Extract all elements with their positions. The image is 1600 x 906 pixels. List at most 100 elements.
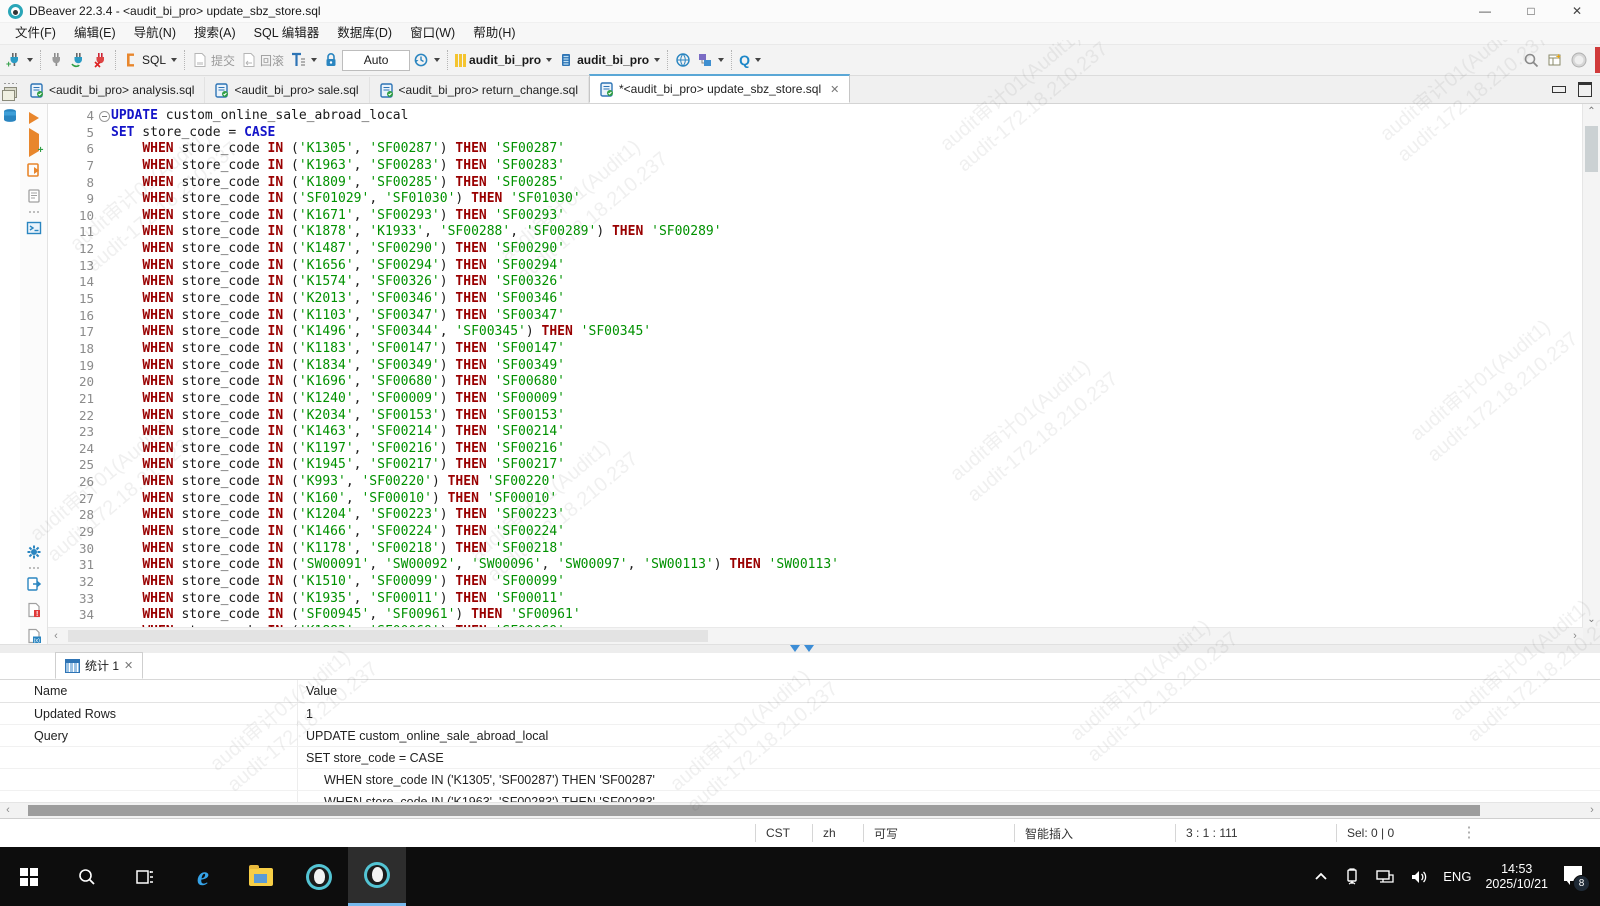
- editor-tab[interactable]: <audit_bi_pro> return_change.sql: [370, 77, 589, 103]
- column-header-name[interactable]: Name: [0, 680, 298, 702]
- status-segment[interactable]: 可写: [863, 824, 1014, 842]
- minimize-editor-icon[interactable]: [1552, 86, 1566, 93]
- variables-doc-button[interactable]: (x): [26, 628, 42, 644]
- status-segment[interactable]: 3 : 1 : 111: [1175, 824, 1336, 842]
- tab-statistics[interactable]: 统计 1 ✕: [55, 652, 143, 679]
- search-icon[interactable]: [1523, 52, 1539, 68]
- editor-tab[interactable]: *<audit_bi_pro> update_sbz_store.sql✕: [589, 74, 850, 103]
- code-line[interactable]: 22 WHEN store_code IN ('K2034', 'SF00153…: [48, 408, 1583, 425]
- close-icon[interactable]: ✕: [124, 659, 133, 672]
- panel-sash[interactable]: [0, 644, 1600, 653]
- history-button[interactable]: [410, 50, 443, 70]
- code-line[interactable]: 9 WHEN store_code IN ('SF01029', 'SF0103…: [48, 191, 1583, 208]
- status-segment[interactable]: zh: [812, 824, 863, 842]
- column-header-value[interactable]: Value: [298, 684, 337, 698]
- menu-item[interactable]: 导航(N): [125, 23, 185, 44]
- code-line[interactable]: 18 WHEN store_code IN ('K1183', 'SF00147…: [48, 341, 1583, 358]
- code-line[interactable]: 5SET store_code = CASE: [48, 125, 1583, 142]
- dbeaver-active-window-button[interactable]: [348, 847, 406, 906]
- editor-tab[interactable]: <audit_bi_pro> sale.sql: [205, 77, 369, 103]
- start-button[interactable]: [0, 847, 58, 906]
- language-indicator[interactable]: ENG: [1443, 869, 1471, 884]
- code-line[interactable]: 28 WHEN store_code IN ('K1204', 'SF00223…: [48, 507, 1583, 524]
- menu-item[interactable]: 编辑(E): [65, 23, 125, 44]
- code-line[interactable]: 12 WHEN store_code IN ('K1487', 'SF00290…: [48, 241, 1583, 258]
- menu-item[interactable]: 搜索(A): [185, 23, 245, 44]
- scroll-right-arrow[interactable]: ›: [1567, 628, 1583, 644]
- table-row[interactable]: QueryUPDATE custom_online_sale_abroad_lo…: [0, 725, 1600, 747]
- menu-item[interactable]: 帮助(H): [464, 23, 524, 44]
- schema-selector[interactable]: audit_bi_pro: [555, 50, 663, 70]
- maximize-editor-icon[interactable]: [1578, 82, 1592, 97]
- internet-explorer-button[interactable]: e: [174, 847, 232, 906]
- code-line[interactable]: 6 WHEN store_code IN ('K1305', 'SF00287'…: [48, 141, 1583, 158]
- table-row[interactable]: Updated Rows1: [0, 703, 1600, 725]
- file-explorer-button[interactable]: [232, 847, 290, 906]
- code-line[interactable]: 33 WHEN store_code IN ('K1935', 'SF00011…: [48, 591, 1583, 608]
- menu-item[interactable]: 窗口(W): [401, 23, 464, 44]
- sql-editor-button[interactable]: SQL: [120, 50, 180, 70]
- statusbar-grip[interactable]: [1467, 825, 1471, 841]
- code-line[interactable]: 24 WHEN store_code IN ('K1197', 'SF00216…: [48, 441, 1583, 458]
- sql-code-area[interactable]: 4UPDATE custom_online_sale_abroad_local5…: [48, 104, 1600, 644]
- editor-tab[interactable]: <audit_bi_pro> analysis.sql: [20, 77, 205, 103]
- clock[interactable]: 14:53 2025/10/21: [1485, 862, 1548, 892]
- stats-horizontal-scrollbar[interactable]: ‹ ›: [0, 802, 1600, 818]
- terminal-button[interactable]: [26, 220, 42, 236]
- code-line[interactable]: 11 WHEN store_code IN ('K1878', 'K1933',…: [48, 224, 1583, 241]
- reconnect-button[interactable]: [67, 50, 89, 70]
- action-center-button[interactable]: 8: [1562, 866, 1586, 888]
- code-line[interactable]: 30 WHEN store_code IN ('K1178', 'SF00218…: [48, 541, 1583, 558]
- code-line[interactable]: 10 WHEN store_code IN ('K1671', 'SF00293…: [48, 208, 1583, 225]
- sash-collapse-control[interactable]: [790, 645, 814, 652]
- code-line[interactable]: 34 WHEN store_code IN ('SF00945', 'SF009…: [48, 607, 1583, 624]
- code-line[interactable]: 29 WHEN store_code IN ('K1466', 'SF00224…: [48, 524, 1583, 541]
- menu-item[interactable]: 文件(F): [6, 23, 65, 44]
- network-icon[interactable]: [1375, 868, 1395, 886]
- code-line[interactable]: 13 WHEN store_code IN ('K1656', 'SF00294…: [48, 258, 1583, 275]
- code-line[interactable]: 20 WHEN store_code IN ('K1696', 'SF00680…: [48, 374, 1583, 391]
- fold-collapse-icon[interactable]: [99, 111, 110, 122]
- code-line[interactable]: 15 WHEN store_code IN ('K2013', 'SF00346…: [48, 291, 1583, 308]
- globe-button[interactable]: [672, 50, 694, 70]
- stats-scroll-thumb[interactable]: [28, 805, 1480, 816]
- sql-search-button[interactable]: Q: [736, 50, 764, 70]
- code-line[interactable]: 21 WHEN store_code IN ('K1240', 'SF00009…: [48, 391, 1583, 408]
- code-line[interactable]: 31 WHEN store_code IN ('SW00091', 'SW000…: [48, 557, 1583, 574]
- restore-panel-icon[interactable]: [4, 87, 17, 98]
- rollback-button[interactable]: 回滚: [238, 50, 287, 71]
- status-segment[interactable]: 智能插入: [1014, 824, 1175, 842]
- connect-button[interactable]: [45, 50, 67, 70]
- code-line[interactable]: 17 WHEN store_code IN ('K1496', 'SF00344…: [48, 324, 1583, 341]
- taskbar-search-button[interactable]: [58, 847, 116, 906]
- connection-selector[interactable]: audit_bi_pro: [452, 51, 555, 69]
- disconnect-button[interactable]: [89, 50, 111, 70]
- vertical-scrollbar[interactable]: ⌃ ⌄: [1582, 104, 1600, 628]
- usb-device-icon[interactable]: [1343, 868, 1361, 886]
- vertical-scroll-thumb[interactable]: [1585, 126, 1598, 172]
- script-preview-button[interactable]: [26, 188, 42, 204]
- error-doc-button[interactable]: !: [26, 602, 42, 618]
- close-icon[interactable]: ✕: [830, 83, 839, 96]
- menu-item[interactable]: SQL 编辑器: [245, 23, 329, 44]
- scroll-right-arrow[interactable]: ›: [1584, 803, 1600, 818]
- table-row[interactable]: SET store_code = CASE: [0, 747, 1600, 769]
- autocommit-select[interactable]: Auto: [342, 50, 410, 71]
- scroll-left-arrow[interactable]: ‹: [0, 803, 16, 818]
- code-line[interactable]: 25 WHEN store_code IN ('K1945', 'SF00217…: [48, 457, 1583, 474]
- status-segment[interactable]: CST: [755, 824, 812, 842]
- execute-new-tab-button[interactable]: +: [29, 134, 39, 152]
- horizontal-scrollbar[interactable]: ‹ ›: [48, 627, 1583, 644]
- code-line[interactable]: 26 WHEN store_code IN ('K993', 'SF00220'…: [48, 474, 1583, 491]
- code-line[interactable]: 16 WHEN store_code IN ('K1103', 'SF00347…: [48, 308, 1583, 325]
- close-button[interactable]: ✕: [1554, 0, 1600, 22]
- dbeaver-window-button[interactable]: [290, 847, 348, 906]
- drag-handle-icon[interactable]: [3, 82, 17, 85]
- code-line[interactable]: 19 WHEN store_code IN ('K1834', 'SF00349…: [48, 358, 1583, 375]
- maximize-button[interactable]: □: [1508, 0, 1554, 22]
- minimize-button[interactable]: —: [1462, 0, 1508, 22]
- code-line[interactable]: 4UPDATE custom_online_sale_abroad_local: [48, 108, 1583, 125]
- code-line[interactable]: 14 WHEN store_code IN ('K1574', 'SF00326…: [48, 274, 1583, 291]
- open-perspective-icon[interactable]: +: [1547, 52, 1563, 68]
- new-connection-button[interactable]: +: [3, 50, 36, 70]
